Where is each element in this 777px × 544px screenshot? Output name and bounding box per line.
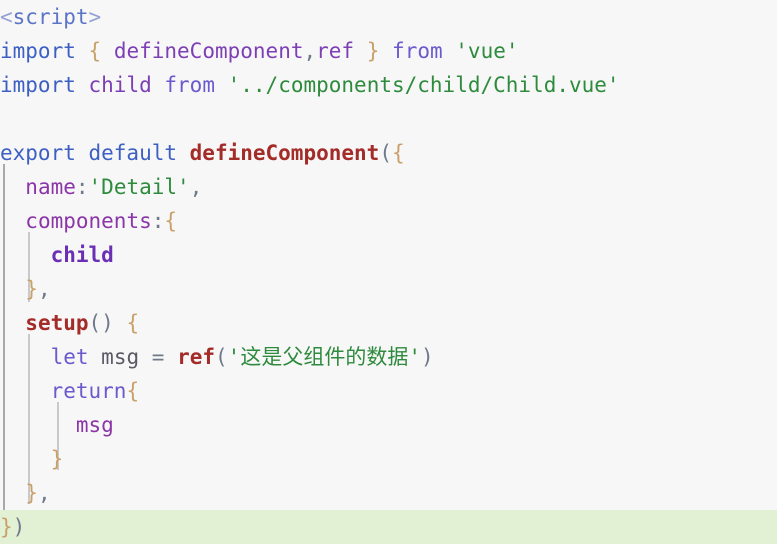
code-token: 'Detail' [88,175,190,199]
code-line[interactable]: return{ [0,374,777,408]
code-token: } [366,39,380,63]
code-token: '../components/child/Child.vue' [227,73,620,97]
code-line[interactable]: } [0,442,777,476]
code-token: 'vue' [455,39,519,63]
code-token: child [50,243,114,267]
code-token: { [391,141,405,165]
code-token: } [25,481,38,505]
code-token: import [0,73,76,97]
code-token: from [392,39,443,63]
code-token: : [75,175,89,199]
code-line[interactable]: <script> [0,0,777,34]
code-token: let [50,345,89,369]
code-token: , [37,481,51,505]
code-line[interactable]: }) [0,510,777,544]
code-line[interactable]: let msg = ref('这是父组件的数据') [0,340,777,374]
code-line[interactable]: export default defineComponent({ [0,136,777,170]
code-token: ( [379,141,392,165]
code-line[interactable]: import { defineComponent,ref } from 'vue… [0,34,777,68]
code-token: { [126,311,140,335]
code-token: ref [177,345,216,369]
code-token: , [37,277,51,301]
code-token: } [0,515,13,539]
code-token: defineComponent [113,39,304,63]
code-line[interactable]: setup() { [0,306,777,340]
code-line[interactable]: child [0,238,777,272]
code-token: > [88,5,102,29]
code-token: from [164,73,215,97]
code-token: ) [420,345,434,369]
code-content[interactable]: <script> import { defineComponent,ref } f… [0,0,777,544]
code-token: child [88,73,152,97]
code-token: { [126,379,140,403]
code-token: : [151,209,165,233]
code-token: ref [316,39,355,63]
code-token: , [189,175,203,199]
code-line[interactable]: }, [0,476,777,510]
code-token: ( [215,345,228,369]
code-token: components [25,209,152,233]
code-line[interactable] [0,102,777,136]
code-line[interactable]: import child from '../components/child/C… [0,68,777,102]
code-token: msg [101,345,140,369]
code-token: msg [75,413,114,437]
code-token: return [50,379,127,403]
code-token: () [88,311,114,335]
code-token: { [164,209,178,233]
code-token: export default [0,141,190,165]
code-token: { [88,39,102,63]
code-token: '这是父组件的数据' [227,345,421,369]
code-token: setup [25,311,89,335]
code-token: } [25,277,38,301]
code-token: defineComponent [189,141,380,165]
code-token: , [303,39,317,63]
code-editor[interactable]: <script> import { defineComponent,ref } f… [0,0,777,544]
code-token: } [50,447,64,471]
code-token: ) [12,515,26,539]
code-line[interactable]: name:'Detail', [0,170,777,204]
code-token: import [0,39,76,63]
code-token: = [151,345,165,369]
code-line[interactable]: msg [0,408,777,442]
code-token: name [25,175,76,199]
code-token: < [0,5,13,29]
code-line[interactable]: components:{ [0,204,777,238]
code-line[interactable]: }, [0,272,777,306]
code-token: script [12,5,89,29]
